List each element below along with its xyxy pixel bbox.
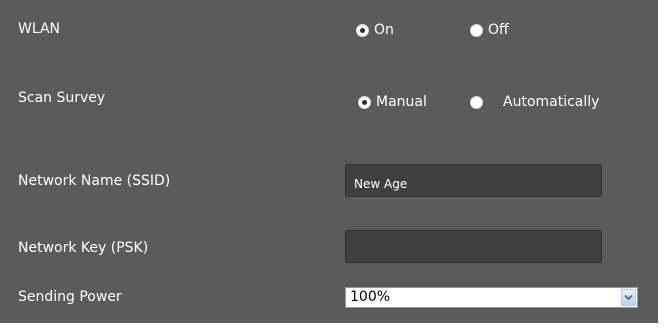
chevron-down-icon[interactable] bbox=[621, 289, 636, 306]
sending-power-value: 100% bbox=[350, 289, 391, 305]
scan-survey-label: Scan Survey bbox=[18, 90, 106, 106]
network-name-input[interactable]: New Age bbox=[345, 164, 602, 197]
radio-unselected-icon bbox=[470, 23, 483, 37]
wlan-label: WLAN bbox=[18, 21, 61, 37]
wlan-off-label: Off bbox=[488, 22, 509, 38]
wlan-on-radio[interactable]: On bbox=[356, 21, 394, 39]
scan-survey-manual-radio[interactable]: Manual bbox=[358, 93, 427, 111]
radio-selected-icon bbox=[356, 23, 369, 37]
wlan-settings-panel: WLAN On Off Scan Survey Manual Automatic… bbox=[0, 0, 658, 323]
wlan-on-label: On bbox=[374, 22, 394, 38]
sending-power-select[interactable]: 100% bbox=[345, 287, 638, 308]
wlan-off-radio[interactable]: Off bbox=[470, 21, 509, 39]
sending-power-label: Sending Power bbox=[18, 289, 122, 305]
network-key-label: Network Key (PSK) bbox=[18, 240, 149, 256]
scan-survey-manual-label: Manual bbox=[376, 94, 427, 110]
network-name-label: Network Name (SSID) bbox=[18, 173, 171, 189]
network-key-input[interactable] bbox=[345, 230, 602, 263]
radio-selected-icon bbox=[358, 95, 371, 109]
radio-unselected-icon bbox=[470, 95, 483, 109]
scan-survey-automatically-label: Automatically bbox=[503, 94, 600, 110]
scan-survey-automatically-radio[interactable]: Automatically bbox=[470, 93, 599, 111]
